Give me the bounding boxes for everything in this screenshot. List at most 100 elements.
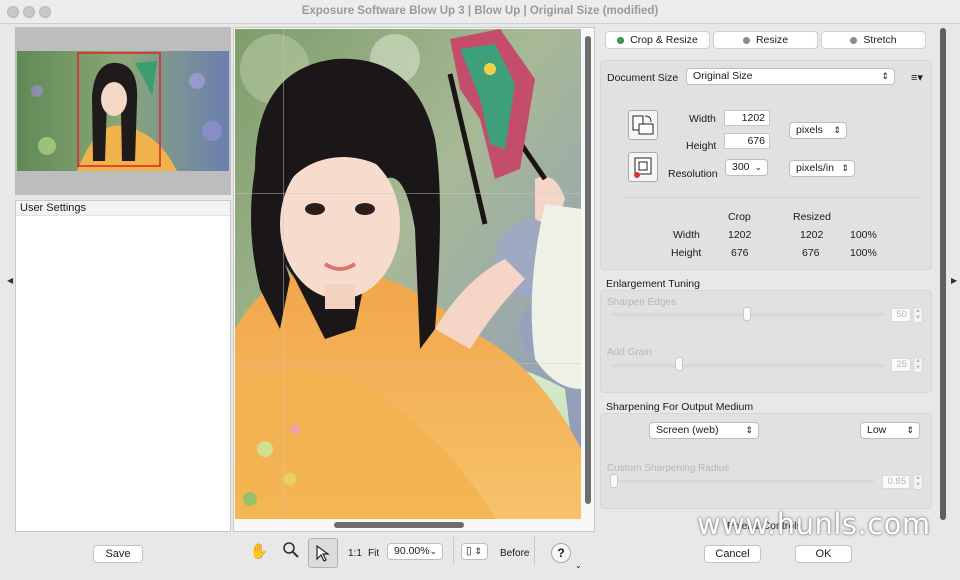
- settings-scrollbar[interactable]: [940, 28, 946, 520]
- summary-height-crop: 676: [731, 247, 749, 259]
- summary-height-resized: 676: [802, 247, 820, 259]
- user-settings-list[interactable]: User Settings: [15, 200, 231, 532]
- tab-stretch[interactable]: Stretch: [821, 31, 926, 49]
- preset-value: Original Size: [693, 70, 753, 82]
- title-bar: Exposure Software Blow Up 3 | Blow Up | …: [0, 0, 960, 24]
- summary-width-percent: 100%: [850, 229, 877, 241]
- summary-width-label: Width: [673, 229, 700, 241]
- cancel-button[interactable]: Cancel: [704, 545, 761, 563]
- sharpen-edges-label: Sharpen Edges: [607, 297, 676, 308]
- width-input[interactable]: 1202: [724, 110, 770, 126]
- custom-radius-knob[interactable]: [610, 474, 618, 488]
- window-title: Exposure Software Blow Up 3 | Blow Up | …: [301, 5, 659, 17]
- before-after-toggle[interactable]: ▯ ⇕: [461, 543, 488, 560]
- enlargement-title: Enlargement Tuning: [606, 278, 700, 290]
- navigator: [15, 27, 231, 195]
- preview-horizontal-scrollbar[interactable]: [334, 522, 464, 528]
- help-menu-chevron-icon[interactable]: ⌄: [575, 561, 582, 570]
- chevron-down-icon: ⌄: [429, 546, 437, 556]
- updown-arrows-icon: ⇕: [881, 71, 889, 81]
- updown-arrows-icon: ⇕: [841, 163, 849, 173]
- grid-line-horizontal: [235, 363, 581, 364]
- sharpening-strength-select[interactable]: Low ⇕: [860, 422, 920, 439]
- green-dot-icon: [617, 37, 625, 44]
- collapse-right-arrow-icon[interactable]: ▶: [951, 276, 957, 285]
- navigator-thumbnail[interactable]: [17, 51, 229, 171]
- split-view-icon: ▯: [466, 545, 472, 557]
- sharpening-title: Sharpening For Output Medium: [606, 401, 754, 413]
- resized-header: Resized: [793, 211, 831, 223]
- output-medium-select[interactable]: Screen (web) ⇕: [649, 422, 759, 439]
- add-grain-slider[interactable]: [612, 364, 884, 367]
- document-size-label: Document Size: [607, 72, 679, 84]
- tab-label: Resize: [755, 34, 789, 46]
- preview-vertical-scrollbar[interactable]: [585, 36, 591, 504]
- chevron-down-icon: ⌄: [754, 162, 762, 172]
- section-divider: [622, 197, 922, 198]
- before-label: Before: [500, 548, 530, 559]
- summary-height-percent: 100%: [850, 247, 877, 259]
- gray-dot-icon: [850, 37, 858, 44]
- stepper-icon: ⇕: [474, 546, 482, 556]
- toolbar-divider: [453, 537, 454, 565]
- resolution-unit-select[interactable]: pixels/in ⇕: [789, 160, 855, 177]
- list-menu-icon[interactable]: ≡▾: [911, 71, 923, 84]
- grid-line-vertical: [283, 29, 284, 519]
- resolution-label: Resolution: [668, 168, 718, 180]
- crop-header: Crop: [728, 211, 751, 223]
- save-button[interactable]: Save: [93, 545, 143, 563]
- unit-value: pixels: [796, 124, 823, 136]
- grid-line-horizontal: [235, 193, 581, 194]
- watermark: www.hunls.com: [697, 507, 931, 541]
- collapse-left-arrow-icon[interactable]: ◀: [7, 276, 13, 285]
- height-input[interactable]: 676: [724, 133, 770, 149]
- select-tool-icon[interactable]: [308, 538, 338, 568]
- updown-arrows-icon: ⇕: [745, 425, 753, 435]
- preview-photo: [235, 29, 581, 519]
- sharpen-edges-stepper[interactable]: ▲ ▼: [913, 307, 923, 323]
- summary-height-label: Height: [671, 247, 702, 259]
- add-grain-label: Add Grain: [607, 347, 653, 358]
- resolution-select[interactable]: 300 ⌄: [725, 159, 768, 176]
- sharpen-edges-value[interactable]: 50: [891, 308, 911, 322]
- width-label: Width: [689, 113, 716, 125]
- add-grain-stepper[interactable]: ▲ ▼: [913, 357, 923, 373]
- hand-tool-icon[interactable]: ✋: [247, 541, 271, 565]
- image-preview[interactable]: [233, 27, 595, 532]
- zoom-value: 90.00%: [394, 545, 430, 557]
- add-grain-value[interactable]: 25: [891, 358, 911, 372]
- custom-radius-slider[interactable]: [612, 480, 874, 483]
- tab-crop-resize[interactable]: Crop & Resize: [605, 31, 710, 49]
- ok-button[interactable]: OK: [795, 545, 852, 563]
- resolution-lock-icon[interactable]: [628, 152, 658, 182]
- height-label: Height: [686, 140, 717, 152]
- resolution-unit-value: pixels/in: [796, 162, 834, 174]
- strength-value: Low: [867, 424, 887, 436]
- document-size-select[interactable]: Original Size ⇕: [686, 68, 895, 85]
- zoom-select[interactable]: 90.00% ⌄: [387, 543, 443, 560]
- user-settings-header: User Settings: [16, 201, 230, 216]
- left-panel: User Settings: [15, 27, 231, 532]
- updown-arrows-icon: ⇕: [833, 125, 841, 135]
- rotate-orientation-icon[interactable]: [628, 110, 658, 140]
- ratio-button[interactable]: 1:1: [348, 548, 362, 559]
- custom-radius-value[interactable]: 0.85: [882, 475, 910, 489]
- output-medium-value: Screen (web): [656, 424, 719, 436]
- tab-label: Stretch: [863, 34, 897, 46]
- tab-resize[interactable]: Resize: [713, 31, 818, 49]
- fit-button[interactable]: Fit: [368, 548, 379, 559]
- help-button[interactable]: ?: [551, 543, 571, 563]
- custom-radius-label: Custom Sharpening Radius: [607, 463, 730, 474]
- resolution-value: 300: [732, 161, 750, 173]
- updown-arrows-icon: ⇕: [906, 425, 914, 435]
- summary-width-resized: 1202: [800, 229, 824, 241]
- custom-radius-stepper[interactable]: ▲ ▼: [913, 474, 923, 490]
- add-grain-knob[interactable]: [675, 357, 683, 371]
- toolbar-divider: [534, 537, 535, 565]
- unit-select[interactable]: pixels ⇕: [789, 122, 847, 139]
- summary-width-crop: 1202: [728, 229, 752, 241]
- zoom-tool-icon[interactable]: [279, 541, 303, 565]
- tab-label: Crop & Resize: [630, 34, 698, 46]
- sharpen-edges-knob[interactable]: [743, 307, 751, 321]
- gray-dot-icon: [742, 37, 750, 44]
